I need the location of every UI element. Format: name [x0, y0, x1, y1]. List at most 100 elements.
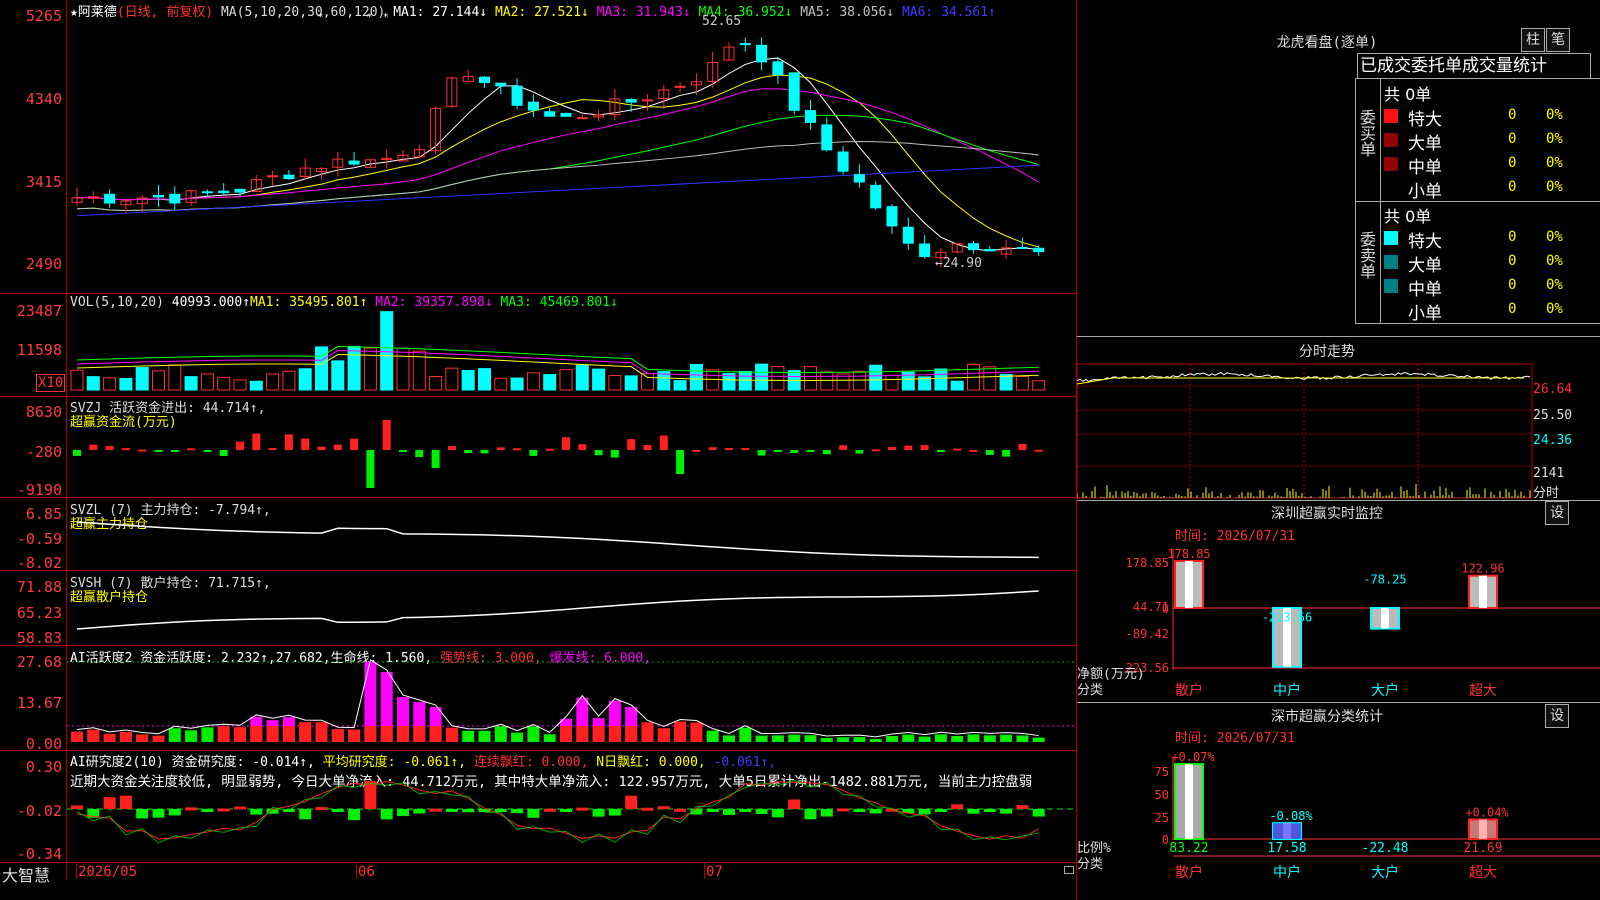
activity-base [576, 726, 589, 742]
activity-base [234, 727, 246, 742]
research-bar [136, 809, 149, 819]
research-bar [788, 799, 801, 809]
sell-swatch [1384, 231, 1398, 245]
research-bar [641, 807, 654, 811]
candle-body [527, 101, 539, 111]
volume-bar [641, 373, 654, 391]
buy-row-pct: 0% [1546, 179, 1563, 195]
volume-bar [950, 380, 964, 391]
y-tick: 25 [1155, 811, 1169, 825]
activity-bar [201, 727, 214, 742]
triangle-marker: ◀ [317, 294, 323, 296]
volume-bar [396, 347, 410, 391]
volume-chart[interactable]: ◀ [67, 294, 1076, 396]
research-chart[interactable] [67, 751, 1076, 862]
sz-monitor-chart[interactable]: 178.8544.710-89.42-223.56178.85-223.56-7… [1077, 540, 1600, 702]
activity-base [348, 729, 361, 742]
candle-body [1033, 247, 1045, 253]
sz-class-chart[interactable]: 75 50 25 0 +0.07% -0.08% +0.04% 83.22 17.58 -22.4… [1077, 742, 1600, 900]
flow-bar [252, 433, 261, 450]
low-label: ←24.90 [935, 256, 982, 271]
flow-bar [676, 450, 685, 474]
activity-base [608, 726, 621, 742]
activity-base [331, 729, 344, 742]
research-bar [560, 809, 572, 812]
volume-bar [575, 364, 589, 391]
candlestick-chart[interactable]: * * * [67, 0, 1076, 293]
volume-bar [200, 373, 214, 391]
bar-view-button[interactable]: 柱 [1521, 28, 1545, 52]
y-tick: 0 [1162, 602, 1169, 616]
category-label: 大户 [1371, 682, 1399, 699]
y-tick: -280 [25, 443, 62, 461]
main-holding-line [76, 521, 1039, 559]
research-bar [657, 806, 670, 810]
detail-view-button[interactable]: 笔 [1546, 28, 1570, 52]
flow-bar [904, 445, 913, 450]
activity-chart[interactable] [67, 646, 1076, 750]
volume-bar [184, 376, 198, 391]
class-bar-shine [1185, 764, 1193, 839]
activity-bar [951, 735, 964, 742]
flow-bar [399, 450, 407, 452]
flow-bar [513, 448, 522, 451]
right-panel: 龙虎看盘(逐单) 柱 笔 已成交委托单成交量统计 委买单 委卖单 共 0单 特大 0… [1076, 0, 1600, 900]
pct-label: +0.07% [1171, 750, 1215, 764]
volume-bar [608, 375, 622, 391]
y-tick: 71.88 [16, 578, 62, 596]
buy-row-qty: 0 [1508, 107, 1517, 123]
research-bar [608, 809, 621, 816]
category-label: 中户 [1273, 864, 1301, 881]
volume-bar [331, 360, 345, 391]
activity-bar [804, 735, 817, 742]
buy-swatch [1384, 157, 1398, 171]
sz-class-settings-button[interactable]: 设 [1545, 704, 1569, 728]
volume-bar [559, 369, 573, 391]
sell-row-qty: 0 [1508, 301, 1517, 317]
research-bar [706, 809, 719, 812]
research-bar [723, 809, 735, 815]
y-tick: 13.67 [16, 694, 62, 712]
flow-bar [236, 441, 244, 450]
candle-body [153, 194, 164, 198]
dragon-table: 委买单 委卖单 共 0单 特大 0 0% 大单 0 0% 中单 0 0% 小单 0 0% 共 0单 特大 0 0… [1355, 78, 1600, 324]
flow-bar [268, 447, 277, 450]
volume-bar [233, 379, 247, 391]
volume-bar [543, 374, 557, 391]
y-tick: 0.30 [25, 758, 62, 776]
activity-base [364, 726, 377, 742]
sz-monitor-settings-button[interactable]: 设 [1545, 501, 1569, 525]
main-holding-chart[interactable] [67, 498, 1076, 570]
flow-bar [154, 450, 163, 452]
buy-row-pct: 0% [1546, 155, 1563, 171]
flow-bar [855, 450, 864, 454]
retail-holding-chart[interactable] [67, 571, 1076, 645]
candle-body [739, 43, 751, 46]
app-logo: 大智慧 [2, 866, 51, 885]
research-bar [804, 809, 817, 820]
activity-bar [1016, 735, 1029, 742]
activity-base [397, 726, 409, 742]
activity-base [445, 727, 458, 742]
flow-bar [627, 439, 636, 450]
flow-bar [73, 450, 81, 456]
value-label: 17.58 [1267, 841, 1306, 856]
activity-line [76, 659, 1039, 738]
chart-area[interactable]: ★阿莱德(日线, 前复权) MA(5,10,20,30,60,120) MA1:… [0, 0, 1076, 900]
flow-bar [1034, 449, 1043, 452]
volume-bar [266, 373, 280, 391]
flow-bar [888, 446, 896, 450]
value-label: 178.85 [1167, 547, 1210, 561]
flow-bar [871, 449, 880, 452]
activity-bar [820, 737, 833, 742]
research-bar [592, 809, 605, 817]
flow-bar [284, 434, 293, 450]
flow-bar [562, 437, 570, 450]
ma4-line [76, 114, 1039, 211]
candle-body [169, 193, 181, 204]
lock-icon[interactable] [1064, 866, 1074, 874]
fund-flow-chart[interactable] [67, 397, 1076, 497]
activity-bar [755, 735, 768, 742]
dragon-tab[interactable]: 已成交委托单成交量统计 [1357, 53, 1591, 79]
intraday-chart[interactable] [1077, 362, 1537, 500]
